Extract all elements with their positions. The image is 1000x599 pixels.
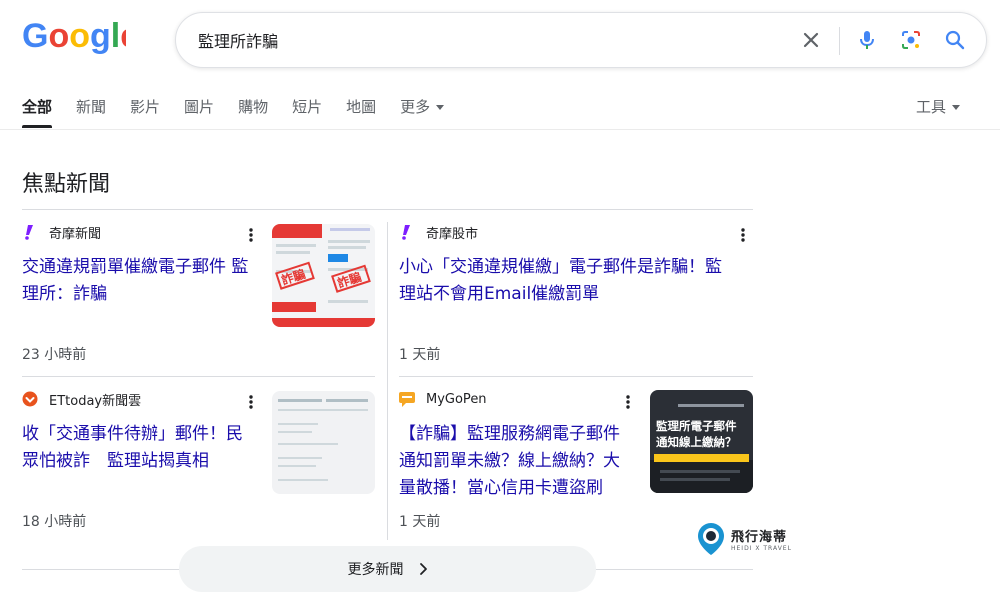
search-input[interactable] [198,13,758,67]
thumb-title-line: 監理所電子郵件 [656,419,737,433]
microphone-icon[interactable] [854,27,880,53]
caret-down-icon [952,105,960,110]
news-headline[interactable]: 【詐騙】監理服務網電子郵件 通知罰單未繳？線上繳納？大 量散播！當心信用卡遭盜刷 [399,421,644,502]
yahoo-icon [402,225,410,240]
header-divider [0,129,1000,130]
more-options-icon[interactable] [245,393,257,411]
news-time: 1 天前 [399,514,441,530]
news-source: 奇摩股市 [399,222,478,242]
divider [22,209,753,210]
tab-label: 新聞 [76,98,107,116]
tab-maps[interactable]: 地圖 [346,96,376,128]
news-source: MyGoPen [399,389,487,409]
tab-label: 購物 [238,98,269,116]
tab-label: 影片 [130,98,161,116]
more-news-label: 更多新聞 [347,562,404,578]
source-name: 奇摩股市 [426,226,479,242]
tab-label: 更多 [400,98,431,116]
mygopen-icon [399,392,415,407]
news-thumbnail[interactable]: 詐騙 詐騙 [272,224,375,327]
headline-line: 收「交通事件待辦」郵件！民 [22,424,243,444]
more-options-icon[interactable] [737,226,749,244]
news-time: 1 天前 [399,347,441,363]
news-source: 奇摩新聞 [22,222,101,242]
tab-label: 圖片 [184,98,215,116]
search-divider [839,27,840,55]
source-name: ETtoday新聞雲 [49,393,142,409]
tab-label: 全部 [22,98,53,116]
tab-more[interactable]: 更多 [400,96,445,128]
tab-images[interactable]: 圖片 [184,96,214,128]
news-card[interactable]: MyGoPen 【詐騙】監理服務網電子郵件 通知罰單未繳？線上繳納？大 量散播！… [399,389,753,534]
tab-shorts[interactable]: 短片 [292,96,322,128]
more-news-button[interactable]: 更多新聞 [179,546,596,592]
location-pin-icon [698,523,724,555]
caret-down-icon [436,105,445,110]
tab-videos[interactable]: 影片 [130,96,160,128]
headline-line: 理站不會用Email催繳罰單 [399,284,600,304]
chevron-right-icon [419,563,427,575]
divider [399,376,753,377]
news-thumbnail[interactable] [272,391,375,494]
section-title: 焦點新聞 [22,172,111,197]
tab-all[interactable]: 全部 [22,96,53,128]
news-thumbnail[interactable]: 監理所電子郵件 通知線上繳納？ [650,390,753,493]
news-headline[interactable]: 小心「交通違規催繳」電子郵件是詐騙！監 理站不會用Email催繳罰單 [399,254,753,308]
news-card[interactable]: 奇摩新聞 交通違規罰單催繳電子郵件 監 理所：詐騙 23 小時前 詐騙 詐騙 [22,222,375,367]
headline-line: 理所：詐騙 [22,284,107,304]
search-icon[interactable] [942,27,968,53]
watermark-title: 飛行海蒂 [731,530,788,545]
camera-lens-icon[interactable] [898,27,924,53]
headline-line: 眾怕被詐 監理站揭真相 [22,451,209,471]
news-headline[interactable]: 收「交通事件待辦」郵件！民 眾怕被詐 監理站揭真相 [22,421,267,475]
divider [22,376,375,377]
headline-line: 交通違規罰單催繳電子郵件 監 [22,257,249,277]
headline-line: 量散播！當心信用卡遭盜刷 [399,478,603,498]
tools-button[interactable]: 工具 [916,96,960,117]
search-tabs: 全部 新聞 影片 圖片 購物 短片 地圖 更多 [22,96,468,128]
news-card[interactable]: ETtoday新聞雲 收「交通事件待辦」郵件！民 眾怕被詐 監理站揭真相 18 … [22,389,375,534]
tab-shopping[interactable]: 購物 [238,96,268,128]
watermark: 飛行海蒂 HEIDI X TRAVEL [697,522,792,556]
column-divider [387,222,388,540]
headline-line: 小心「交通違規催繳」電子郵件是詐騙！監 [399,257,722,277]
headline-line: 通知罰單未繳？線上繳納？大 [399,451,620,471]
svg-text:Google: Google [22,18,126,54]
headline-line: 【詐騙】監理服務網電子郵件 [399,424,620,444]
news-time: 18 小時前 [22,514,87,530]
news-source: ETtoday新聞雲 [22,389,141,409]
thumb-title-line: 通知線上繳納？ [656,435,737,449]
clear-icon[interactable] [798,27,824,53]
ettoday-icon [22,391,38,407]
news-time: 23 小時前 [22,347,87,363]
yahoo-icon [25,225,33,240]
watermark-subtitle: HEIDI X TRAVEL [731,545,792,552]
more-options-icon[interactable] [622,393,634,411]
tools-label: 工具 [915,98,946,116]
news-headline[interactable]: 交通違規罰單催繳電子郵件 監 理所：詐騙 [22,254,267,308]
source-name: 奇摩新聞 [49,226,102,242]
tab-label: 地圖 [346,98,377,116]
search-box [175,12,987,68]
tab-news[interactable]: 新聞 [76,96,106,128]
source-name: MyGoPen [426,391,487,407]
tab-label: 短片 [292,98,323,116]
more-options-icon[interactable] [245,226,257,244]
google-logo[interactable]: Google [22,18,126,58]
news-card[interactable]: 奇摩股市 小心「交通違規催繳」電子郵件是詐騙！監 理站不會用Email催繳罰單 … [399,222,753,367]
